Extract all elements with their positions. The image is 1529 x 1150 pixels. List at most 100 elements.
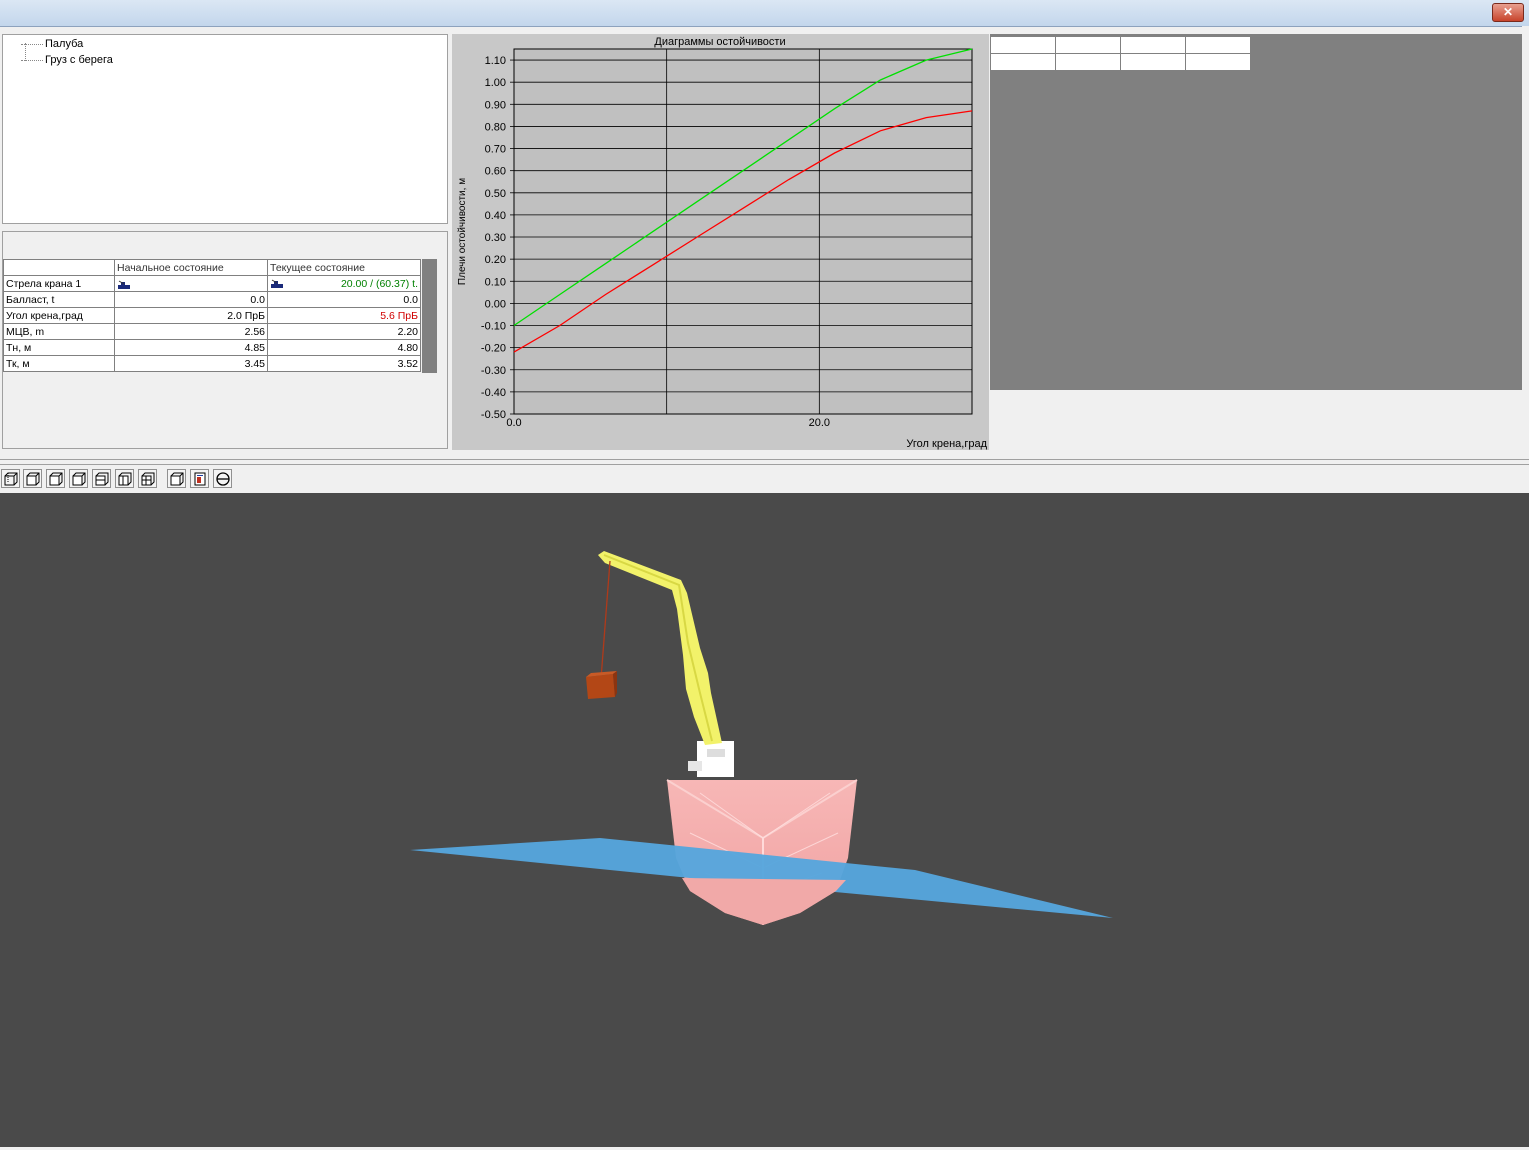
table-row[interactable]: Тк, м 3.45 3.52 — [3, 355, 421, 372]
current-value[interactable]: 2.20 — [267, 323, 421, 340]
initial-value[interactable]: 3.45 — [114, 355, 268, 372]
crane-icon — [270, 279, 284, 289]
grid-cell — [1120, 36, 1186, 54]
horizontal-splitter[interactable] — [0, 459, 1529, 465]
ship-scene — [410, 551, 1113, 925]
plot-area — [513, 48, 973, 415]
current-value[interactable]: 3.52 — [267, 355, 421, 372]
table-row — [990, 53, 1251, 71]
initial-value[interactable] — [114, 275, 268, 292]
row-label: Стрела крана 1 — [3, 275, 115, 292]
row-label: МЦВ, m — [3, 323, 115, 340]
view-iso-icon[interactable] — [138, 469, 157, 488]
grid-cell — [1185, 36, 1251, 54]
tree-item-shore-cargo[interactable]: Груз с берега — [21, 53, 113, 67]
y-tick-label: 0.10 — [485, 276, 506, 288]
view-bottom-icon[interactable] — [115, 469, 134, 488]
grid-cell — [990, 36, 1056, 54]
grid-cell — [990, 53, 1056, 71]
grid-cell — [1185, 53, 1251, 71]
state-table: Начальное состояние Текущее состояние Ст… — [3, 259, 421, 372]
header-initial-state: Начальное состояние — [114, 259, 268, 276]
crane-icon — [117, 280, 131, 290]
y-tick-label: 1.10 — [485, 55, 506, 67]
view-top-icon[interactable] — [92, 469, 111, 488]
current-text: 20.00 / (60.37) t. — [340, 277, 418, 290]
right-edge — [1522, 26, 1529, 456]
y-tick-label: 0.70 — [485, 144, 506, 156]
x-tick-label: 20.0 — [809, 417, 830, 429]
tree-panel: Палуба Груз с берега — [2, 34, 448, 224]
tree-branch — [21, 59, 43, 61]
y-tick-label: -0.40 — [481, 387, 506, 399]
right-gray-area — [990, 34, 1522, 390]
row-label: Тн, м — [3, 339, 115, 356]
table-row[interactable]: Стрела крана 1 20.00 / (60.37) t. — [3, 275, 421, 292]
row-label: Угол крена,град — [3, 307, 115, 324]
x-axis-label: Угол крена,град — [906, 438, 987, 450]
y-tick-label: -0.30 — [481, 365, 506, 377]
grid-cell — [1055, 53, 1121, 71]
crane-pedestal — [688, 741, 734, 777]
header-current-state: Текущее состояние — [267, 259, 421, 276]
grid-cell — [1055, 36, 1121, 54]
tree-item-deck[interactable]: Палуба — [21, 37, 83, 51]
y-tick-label: 1.00 — [485, 77, 506, 89]
y-tick-label: 0.50 — [485, 188, 506, 200]
current-value[interactable]: 5.6 ПрБ — [267, 307, 421, 324]
stability-chart: 1.10 1.00 0.90 0.80 0.70 0.60 0.50 0.40 0.30 0.20… — [457, 36, 988, 450]
y-tick-label: 0.40 — [485, 210, 506, 222]
initial-value[interactable]: 2.56 — [114, 323, 268, 340]
view-left-icon[interactable] — [46, 469, 65, 488]
tree-branch — [21, 43, 43, 45]
results-grid — [990, 36, 1251, 71]
y-tick-label: 0.80 — [485, 121, 506, 133]
current-value[interactable]: 20.00 / (60.37) t. — [267, 275, 421, 292]
cargo-icon[interactable] — [190, 469, 209, 488]
cube-outline-icon[interactable] — [167, 469, 186, 488]
y-tick-label: 0.20 — [485, 254, 506, 266]
3d-viewport[interactable] — [0, 493, 1529, 1147]
stability-chart-panel: 1.10 1.00 0.90 0.80 0.70 0.60 0.50 0.40 0.30 0.20… — [452, 34, 989, 450]
y-tick-label: 0.30 — [485, 232, 506, 244]
window-titlebar: ✕ — [0, 0, 1529, 27]
current-value[interactable]: 4.80 — [267, 339, 421, 356]
row-label: Балласт, t — [3, 291, 115, 308]
hull-underwater — [682, 878, 846, 925]
initial-value[interactable]: 2.0 ПрБ — [114, 307, 268, 324]
current-value[interactable]: 0.0 — [267, 291, 421, 308]
initial-value[interactable]: 0.0 — [114, 291, 268, 308]
right-bottom-area — [990, 390, 1522, 456]
cargo-box — [586, 671, 617, 699]
row-label: Тк, м — [3, 355, 115, 372]
y-axis-label: Плечи остойчивости, м — [457, 178, 468, 285]
y-tick-label: -0.20 — [481, 343, 506, 355]
crane-boom — [598, 551, 722, 745]
view-front-icon[interactable] — [1, 469, 20, 488]
y-tick-label: -0.10 — [481, 321, 506, 333]
table-row[interactable]: МЦВ, m 2.56 2.20 — [3, 323, 421, 340]
x-tick-label: 0.0 — [506, 417, 521, 429]
table-row — [990, 36, 1251, 54]
hoist-cable — [600, 560, 611, 680]
waterline-icon[interactable] — [213, 469, 232, 488]
y-tick-label: 0.60 — [485, 166, 506, 178]
table-scroll-area[interactable] — [422, 259, 437, 373]
grid-cell — [1120, 53, 1186, 71]
y-tick-label: 0.90 — [485, 99, 506, 111]
y-tick-label: -0.50 — [481, 409, 506, 421]
initial-value[interactable]: 4.85 — [114, 339, 268, 356]
table-row[interactable]: Балласт, t 0.0 0.0 — [3, 291, 421, 308]
close-button[interactable]: ✕ — [1492, 3, 1524, 22]
table-row[interactable]: Угол крена,град 2.0 ПрБ 5.6 ПрБ — [3, 307, 421, 324]
view-right-icon[interactable] — [69, 469, 88, 488]
y-tick-label: 0.00 — [485, 298, 506, 310]
chart-title: Диаграммы остойчивости — [654, 36, 785, 48]
table-row[interactable]: Тн, м 4.85 4.80 — [3, 339, 421, 356]
tree-item-label: Палуба — [45, 38, 84, 50]
tree-item-label: Груз с берега — [45, 54, 113, 66]
header-cell — [3, 259, 115, 276]
view-back-icon[interactable] — [23, 469, 42, 488]
table-header-row: Начальное состояние Текущее состояние — [3, 259, 421, 276]
view-toolbar — [0, 466, 1529, 493]
